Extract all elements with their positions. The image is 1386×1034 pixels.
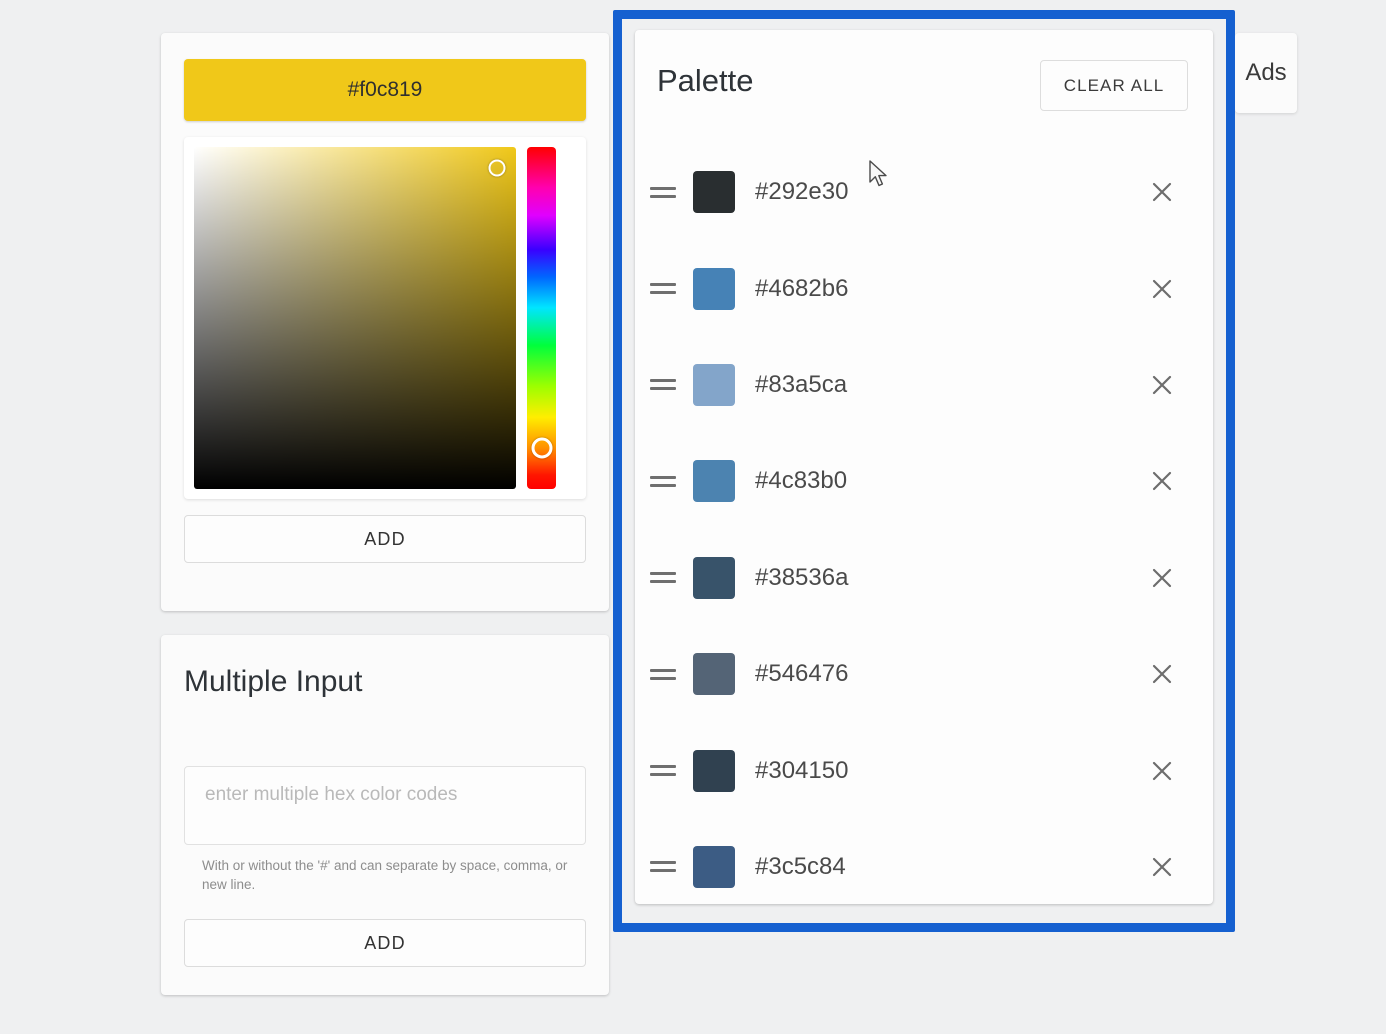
hue-slider-handle[interactable] bbox=[531, 437, 552, 459]
ads-label: Ads bbox=[1245, 59, 1287, 86]
highlight-box bbox=[613, 10, 1235, 932]
multiple-input-hint: With or without the '#' and can separate… bbox=[202, 858, 568, 892]
add-multiple-colors-label: ADD bbox=[364, 932, 406, 953]
ads-panel: Ads bbox=[1235, 33, 1297, 113]
saturation-value-handle[interactable] bbox=[488, 159, 506, 177]
multiple-input-title: Multiple Input bbox=[184, 665, 363, 698]
color-picker-card: #f0c819 ADD bbox=[161, 33, 609, 611]
add-multiple-colors-button[interactable]: ADD bbox=[184, 919, 586, 967]
multiple-hex-input[interactable] bbox=[184, 766, 586, 845]
add-single-color-button[interactable]: ADD bbox=[184, 515, 586, 563]
current-color-hex-label: #f0c819 bbox=[347, 78, 423, 101]
hue-slider[interactable] bbox=[527, 147, 556, 489]
multiple-input-card: Multiple Input With or without the '#' a… bbox=[161, 635, 609, 995]
saturation-value-area[interactable] bbox=[194, 147, 516, 489]
add-single-color-label: ADD bbox=[364, 528, 406, 549]
app-root: #f0c819 ADD Multiple Input With or witho… bbox=[0, 0, 1386, 1034]
saturation-value-picker-wrap bbox=[184, 137, 586, 499]
current-color-swatch-header: #f0c819 bbox=[184, 59, 586, 121]
